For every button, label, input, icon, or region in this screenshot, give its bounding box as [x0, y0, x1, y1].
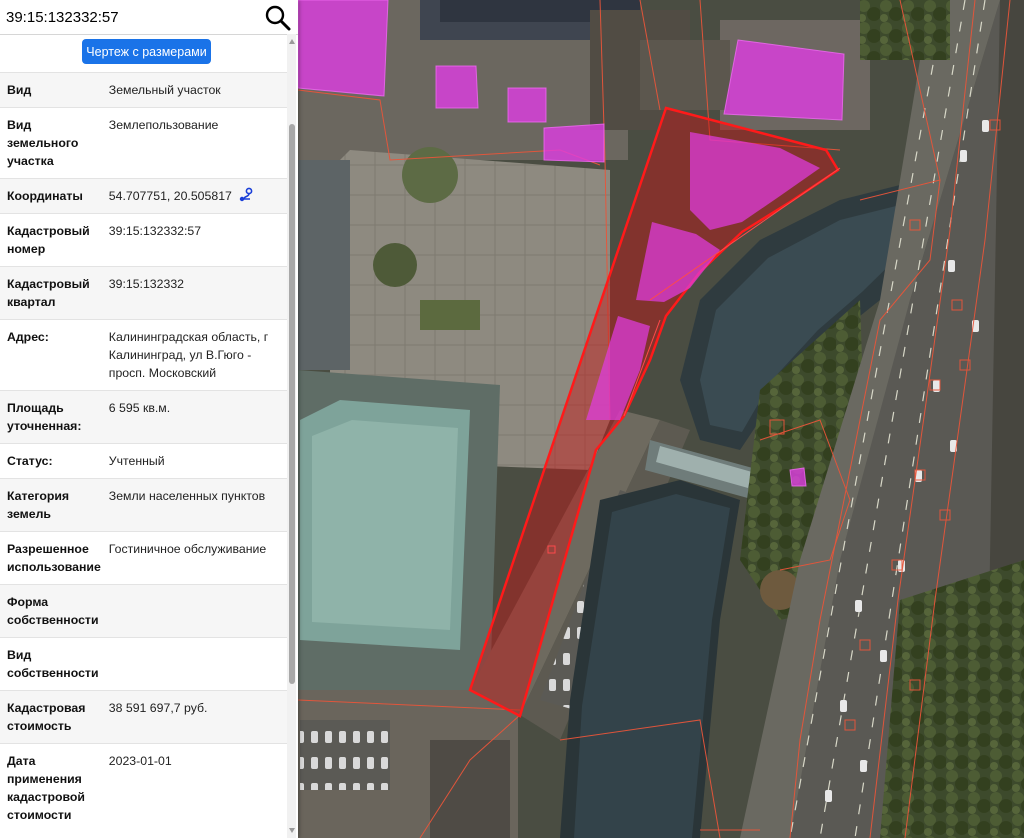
attr-label: Кадастровый квартал — [7, 277, 90, 309]
attr-label: Вид собственности — [7, 648, 99, 680]
attr-label: Кадастровая стоимость — [7, 701, 86, 733]
attr-value: 2023-01-01 — [108, 754, 172, 768]
drawing-with-dimensions-button[interactable]: Чертеж с размерами — [82, 39, 211, 64]
search-input[interactable] — [4, 5, 258, 29]
attr-value: Земли населенных пунктов — [108, 489, 266, 503]
attr-row-land-category: Категория земель Земли населенных пункто… — [0, 478, 287, 532]
attr-row-parcel-type: Вид земельного участка Землепользование — [0, 107, 287, 179]
scroll-up-icon[interactable] — [288, 38, 296, 46]
attr-row-status: Статус: Учтенный — [0, 443, 287, 479]
route-pin-icon[interactable] — [238, 187, 254, 203]
attr-label: Вид — [7, 83, 32, 97]
attr-value: 39:15:132332:57 — [108, 224, 202, 238]
search-button[interactable] — [264, 4, 292, 32]
info-panel: Чертеж с размерами Вид Земельный участок… — [0, 0, 298, 838]
parcel-attributes-table: Вид Земельный участок Вид земельного уча… — [0, 72, 287, 832]
attr-row-address: Адрес: Калининградская область, г Калини… — [0, 319, 287, 391]
attr-row-value-date: Дата применения кадастровой стоимости 20… — [0, 743, 287, 832]
search-bar — [0, 0, 298, 35]
attr-label: Дата применения кадастровой стоимости — [7, 754, 85, 822]
attr-value: Земельный участок — [108, 83, 221, 97]
attr-row-cadastral-value: Кадастровая стоимость 38 591 697,7 руб. — [0, 690, 287, 744]
panel-scrollbar[interactable] — [287, 34, 296, 838]
attr-value: 39:15:132332 — [108, 277, 185, 291]
attr-row-coordinates: Координаты 54.707751, 20.505817 — [0, 178, 287, 214]
attr-label: Категория земель — [7, 489, 70, 521]
attr-label: Разрешенное использование — [7, 542, 101, 574]
attr-label: Адрес: — [7, 330, 49, 344]
scroll-down-icon[interactable] — [288, 826, 296, 834]
attr-row-ownership-type: Вид собственности — [0, 637, 287, 691]
attr-value — [103, 638, 287, 691]
coordinates-text: 54.707751, 20.505817 — [108, 189, 232, 203]
attr-row-cadastral-number: Кадастровый номер 39:15:132332:57 — [0, 213, 287, 267]
attr-label: Кадастровый номер — [7, 224, 90, 256]
attr-value — [103, 585, 287, 638]
attr-value-coordinates: 54.707751, 20.505817 — [103, 179, 287, 214]
magnifier-icon — [265, 5, 291, 31]
attr-value: Учтенный — [108, 454, 165, 468]
attr-row-ownership-form: Форма собственности — [0, 584, 287, 638]
attr-label: Статус: — [7, 454, 53, 468]
attr-label: Форма собственности — [7, 595, 99, 627]
attr-label: Площадь уточненная: — [7, 401, 82, 433]
attr-row-permitted-use: Разрешенное использование Гостиничное об… — [0, 531, 287, 585]
attr-label: Координаты — [7, 189, 83, 203]
attr-value: 38 591 697,7 руб. — [108, 701, 208, 715]
attr-label: Вид земельного участка — [7, 118, 79, 168]
scroll-thumb[interactable] — [289, 124, 295, 684]
attr-row-cadastral-quarter: Кадастровый квартал 39:15:132332 — [0, 266, 287, 320]
attr-row-area: Площадь уточненная: 6 595 кв.м. — [0, 390, 287, 444]
attr-row-type: Вид Земельный участок — [0, 72, 287, 108]
attr-value: Калининградская область, г Калининград, … — [108, 330, 269, 380]
attr-value: 6 595 кв.м. — [108, 401, 171, 415]
attr-value: Землепользование — [108, 118, 219, 132]
attr-value: Гостиничное обслуживание — [108, 542, 267, 556]
